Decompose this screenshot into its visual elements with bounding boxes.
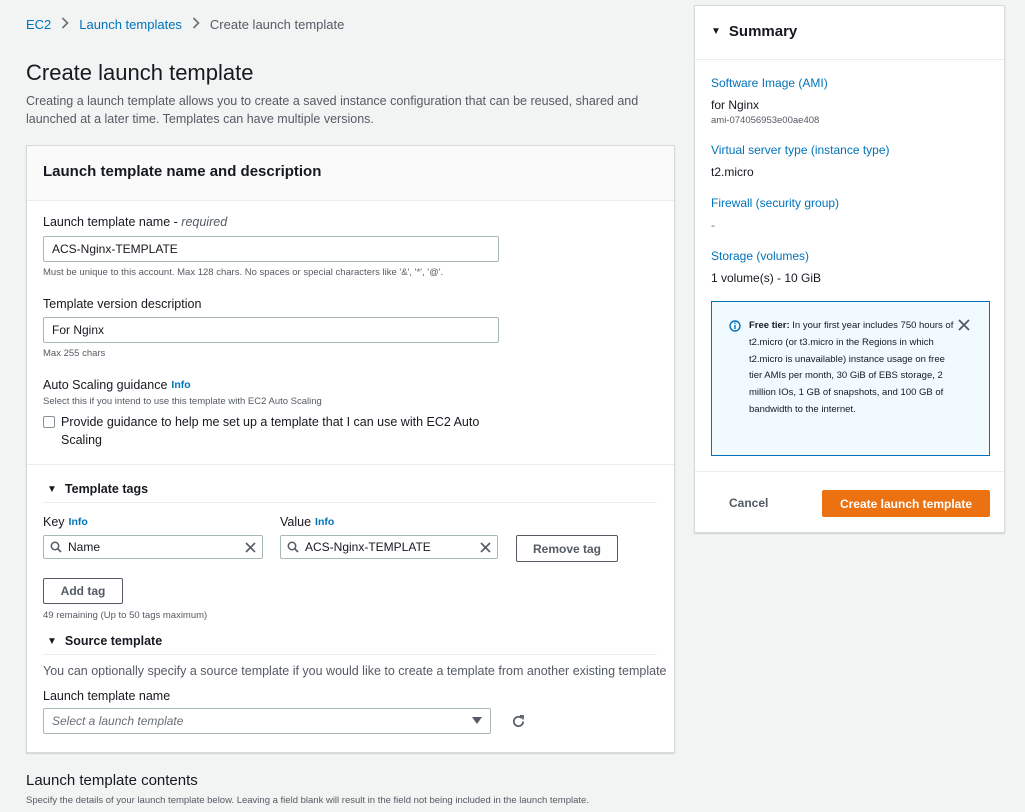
tags-remaining-hint: 49 remaining (Up to 50 tags maximum)	[43, 610, 208, 621]
template-name-input[interactable]: ACS-Nginx-TEMPLATE	[43, 236, 499, 262]
tag-value-input[interactable]: ACS-Nginx-TEMPLATE	[280, 535, 498, 559]
source-template-description: You can optionally specify a source temp…	[43, 664, 667, 678]
summary-ami-value: for Nginx	[711, 98, 760, 112]
summary-header: ▼ Summary	[695, 6, 1004, 60]
free-tier-alert: Free tier: In your first year includes 7…	[711, 301, 990, 456]
breadcrumb: EC2 Launch templates Create launch templ…	[26, 17, 344, 32]
free-tier-text: Free tier: In your first year includes 7…	[749, 320, 954, 415]
summary-panel: ▼ Summary Software Image (AMI) for Nginx…	[694, 5, 1005, 533]
auto-scaling-label: Auto Scaling guidance Info	[43, 378, 191, 392]
summary-toggle[interactable]: ▼ Summary	[711, 23, 797, 40]
page-description: Creating a launch template allows you to…	[26, 94, 639, 126]
caret-down-icon: ▼	[47, 483, 57, 495]
page-title: Create launch template	[26, 60, 254, 85]
version-description-hint: Max 255 chars	[43, 348, 106, 359]
tag-key-info-link[interactable]: Info	[69, 516, 88, 528]
summary-ami-id: ami-074056953e00ae408	[711, 115, 820, 126]
source-template-toggle[interactable]: ▼ Source template	[47, 634, 162, 648]
contents-title: Launch template contents	[26, 772, 198, 789]
clear-icon[interactable]	[245, 541, 256, 553]
summary-instance-type-value: t2.micro	[711, 165, 754, 179]
cancel-button[interactable]: Cancel	[729, 496, 768, 510]
tag-value-value: ACS-Nginx-TEMPLATE	[305, 540, 431, 554]
launch-template-panel: Launch template name and description Lau…	[26, 145, 675, 753]
close-icon[interactable]	[958, 319, 970, 331]
tag-key-value: Name	[68, 540, 101, 554]
divider	[27, 464, 674, 465]
divider	[43, 654, 657, 655]
summary-firewall-label[interactable]: Firewall (security group)	[711, 196, 839, 210]
breadcrumb-launch-templates[interactable]: Launch templates	[79, 17, 182, 32]
breadcrumb-ec2[interactable]: EC2	[26, 17, 51, 32]
caret-down-icon: ▼	[47, 635, 57, 647]
tag-key-label: Key Info	[43, 515, 88, 529]
source-template-select[interactable]: Select a launch template	[43, 708, 491, 734]
refresh-icon[interactable]	[511, 714, 526, 729]
auto-scaling-checkbox[interactable]	[43, 416, 55, 428]
breadcrumb-current: Create launch template	[209, 17, 345, 32]
caret-down-icon	[472, 717, 482, 724]
summary-ami-label[interactable]: Software Image (AMI)	[711, 76, 828, 90]
version-description-label: Template version description	[43, 297, 202, 311]
summary-firewall-value: -	[711, 218, 715, 232]
summary-storage-label[interactable]: Storage (volumes)	[711, 249, 809, 263]
tag-key-input[interactable]: Name	[43, 535, 263, 559]
template-name-hint: Must be unique to this account. Max 128 …	[43, 267, 444, 278]
clear-icon[interactable]	[480, 541, 491, 553]
search-icon	[50, 541, 62, 553]
auto-scaling-checkbox-label[interactable]: Provide guidance to help me set up a tem…	[61, 413, 491, 449]
chevron-right-icon	[61, 17, 69, 32]
summary-storage-value: 1 volume(s) - 10 GiB	[711, 271, 822, 285]
summary-instance-type-label[interactable]: Virtual server type (instance type)	[711, 143, 890, 157]
contents-description: Specify the details of your launch templ…	[26, 795, 589, 806]
panel-title: Launch template name and description	[43, 163, 322, 180]
tag-value-info-link[interactable]: Info	[315, 516, 334, 528]
add-tag-button[interactable]: Add tag	[43, 578, 123, 604]
search-icon	[287, 541, 299, 553]
auto-scaling-hint: Select this if you intend to use this te…	[43, 396, 322, 407]
chevron-right-icon	[192, 17, 200, 32]
divider	[43, 502, 657, 503]
remove-tag-button[interactable]: Remove tag	[516, 535, 618, 562]
source-template-name-label: Launch template name	[43, 689, 171, 703]
version-description-input[interactable]: For Nginx	[43, 317, 499, 343]
tag-value-label: Value Info	[280, 515, 335, 529]
panel-header: Launch template name and description	[27, 146, 674, 201]
create-launch-template-button[interactable]: Create launch template	[822, 490, 990, 517]
divider	[695, 471, 1004, 472]
info-icon	[729, 320, 741, 332]
auto-scaling-info-link[interactable]: Info	[171, 379, 190, 391]
template-name-label: Launch template name - required	[43, 215, 228, 229]
template-tags-toggle[interactable]: ▼ Template tags	[47, 482, 148, 496]
caret-down-icon: ▼	[711, 26, 721, 37]
source-template-placeholder: Select a launch template	[52, 714, 184, 728]
